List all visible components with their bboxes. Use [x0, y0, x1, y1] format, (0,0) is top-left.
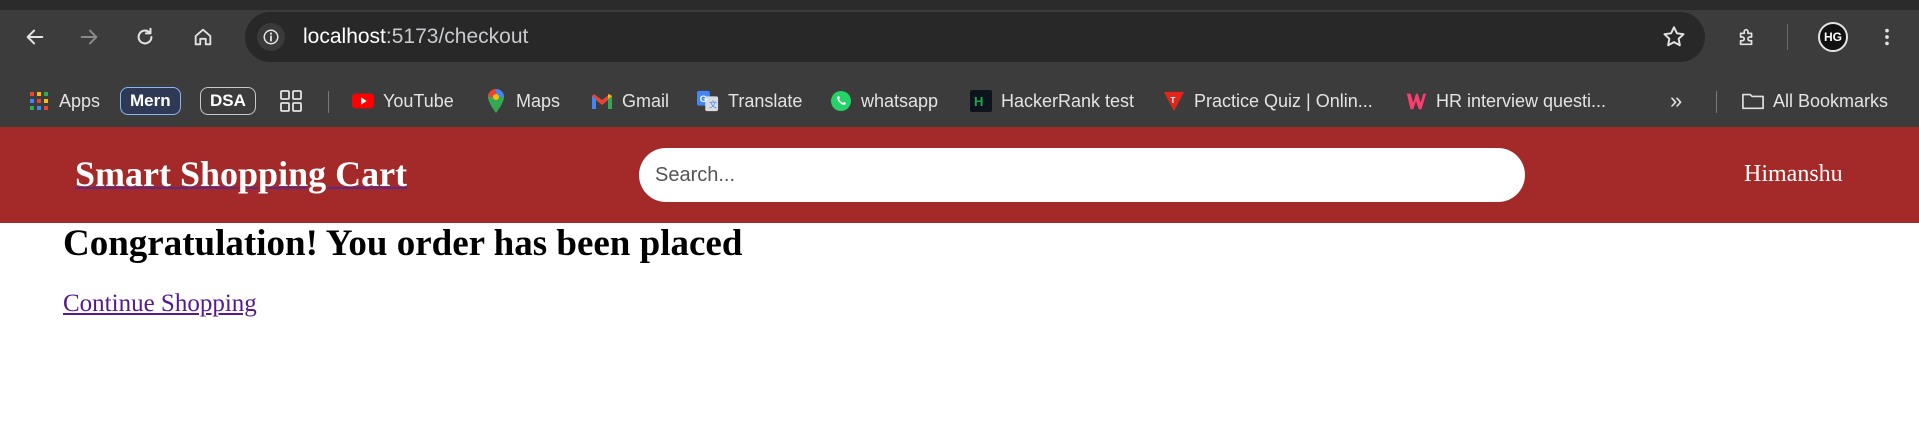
url-host: localhost: [303, 25, 386, 48]
bookmark-label: Practice Quiz | Onlin...: [1194, 90, 1373, 111]
back-button[interactable]: [18, 20, 52, 54]
bookmark-mern[interactable]: Mern: [120, 75, 181, 127]
search-input[interactable]: [639, 148, 1525, 202]
svg-text:H: H: [974, 94, 983, 109]
forward-button[interactable]: [72, 20, 106, 54]
tab-strip: [0, 0, 1919, 10]
bookmark-translate[interactable]: G文 Translate: [697, 75, 802, 127]
bookmark-label: HR interview questi...: [1436, 90, 1607, 111]
site-info-icon[interactable]: [257, 23, 285, 51]
page-title: Congratulation! You order has been place…: [63, 223, 743, 264]
bookmark-apps[interactable]: Apps: [28, 75, 100, 127]
hackerrank-icon: H: [970, 90, 992, 112]
all-bookmarks-button[interactable]: All Bookmarks: [1742, 75, 1888, 127]
bookmark-label: Apps: [59, 90, 101, 111]
folder-icon: [1742, 90, 1764, 112]
whatsapp-icon: [830, 90, 852, 112]
tab-groups-icon: [280, 90, 302, 112]
toolbar-divider: [1787, 24, 1788, 50]
bookmarks-divider: [1716, 91, 1717, 113]
browser-toolbar: localhost:5173/checkout HG: [0, 0, 1919, 75]
all-bookmarks-label: All Bookmarks: [1773, 90, 1889, 111]
youtube-icon: [352, 90, 374, 112]
bookmark-label: Gmail: [622, 90, 670, 111]
bookmarks-bar: Apps Mern DSA YouTube Maps Gmail G文 Tran…: [0, 75, 1919, 127]
gmail-icon: [591, 90, 613, 112]
url-text[interactable]: localhost:5173/checkout: [303, 25, 528, 49]
bookmark-hackerrank[interactable]: H HackerRank test: [970, 75, 1134, 127]
order-confirmation: Congratulation! You order has been place…: [63, 220, 742, 318]
double-chevron-right-icon: »: [1670, 88, 1683, 113]
tab-groups-button[interactable]: [280, 75, 302, 127]
maps-pin-icon: [485, 89, 507, 113]
bookmark-label: Translate: [728, 90, 803, 111]
reload-icon: [137, 27, 153, 45]
svg-text:G: G: [700, 94, 707, 104]
svg-text:T: T: [1170, 96, 1175, 105]
bookmark-gmail[interactable]: Gmail: [591, 75, 669, 127]
bookmark-star-icon[interactable]: [1661, 24, 1687, 55]
kebab-menu-icon: [1885, 28, 1889, 46]
browser-menu-button[interactable]: [1870, 20, 1904, 54]
bookmark-chip-mern: Mern: [120, 87, 181, 115]
brand-logo-link[interactable]: Smart Shopping Cart: [75, 153, 407, 195]
forward-arrow-icon: [80, 29, 98, 45]
bookmark-label: Maps: [516, 90, 561, 111]
user-name[interactable]: Himanshu: [1744, 161, 1843, 188]
home-icon: [194, 28, 212, 46]
continue-shopping-link[interactable]: Continue Shopping: [63, 290, 257, 318]
back-arrow-icon: [26, 29, 44, 45]
profile-button[interactable]: HG: [1816, 20, 1850, 54]
app-header: Smart Shopping Cart Himanshu: [0, 127, 1919, 223]
bookmark-label: YouTube: [383, 90, 454, 111]
bookmark-youtube[interactable]: YouTube: [352, 75, 454, 127]
puzzle-icon: [1739, 28, 1753, 46]
bookmark-label: HackerRank test: [1001, 90, 1135, 111]
home-button[interactable]: [186, 20, 220, 54]
url-path: :5173/checkout: [385, 25, 529, 48]
bookmark-practice-quiz[interactable]: T Practice Quiz | Onlin...: [1163, 75, 1373, 127]
w-icon: [1405, 90, 1427, 112]
bookmark-dsa[interactable]: DSA: [200, 75, 256, 127]
quiz-icon: T: [1163, 90, 1185, 112]
translate-icon: G文: [697, 90, 719, 112]
extensions-button[interactable]: [1730, 20, 1764, 54]
bookmark-hr-interview[interactable]: HR interview questi...: [1405, 75, 1606, 127]
address-bar[interactable]: localhost:5173/checkout: [245, 12, 1705, 62]
reload-button[interactable]: [128, 20, 162, 54]
bookmarks-divider: [328, 91, 329, 113]
bookmark-maps[interactable]: Maps: [485, 75, 560, 127]
svg-text:文: 文: [709, 99, 717, 109]
profile-avatar: HG: [1818, 22, 1848, 52]
bookmark-label: whatsapp: [861, 90, 939, 111]
apps-grid-icon: [28, 90, 50, 112]
more-bookmarks-button[interactable]: »: [1670, 75, 1682, 127]
bookmark-chip-dsa: DSA: [200, 87, 256, 115]
bookmark-whatsapp[interactable]: whatsapp: [830, 75, 938, 127]
